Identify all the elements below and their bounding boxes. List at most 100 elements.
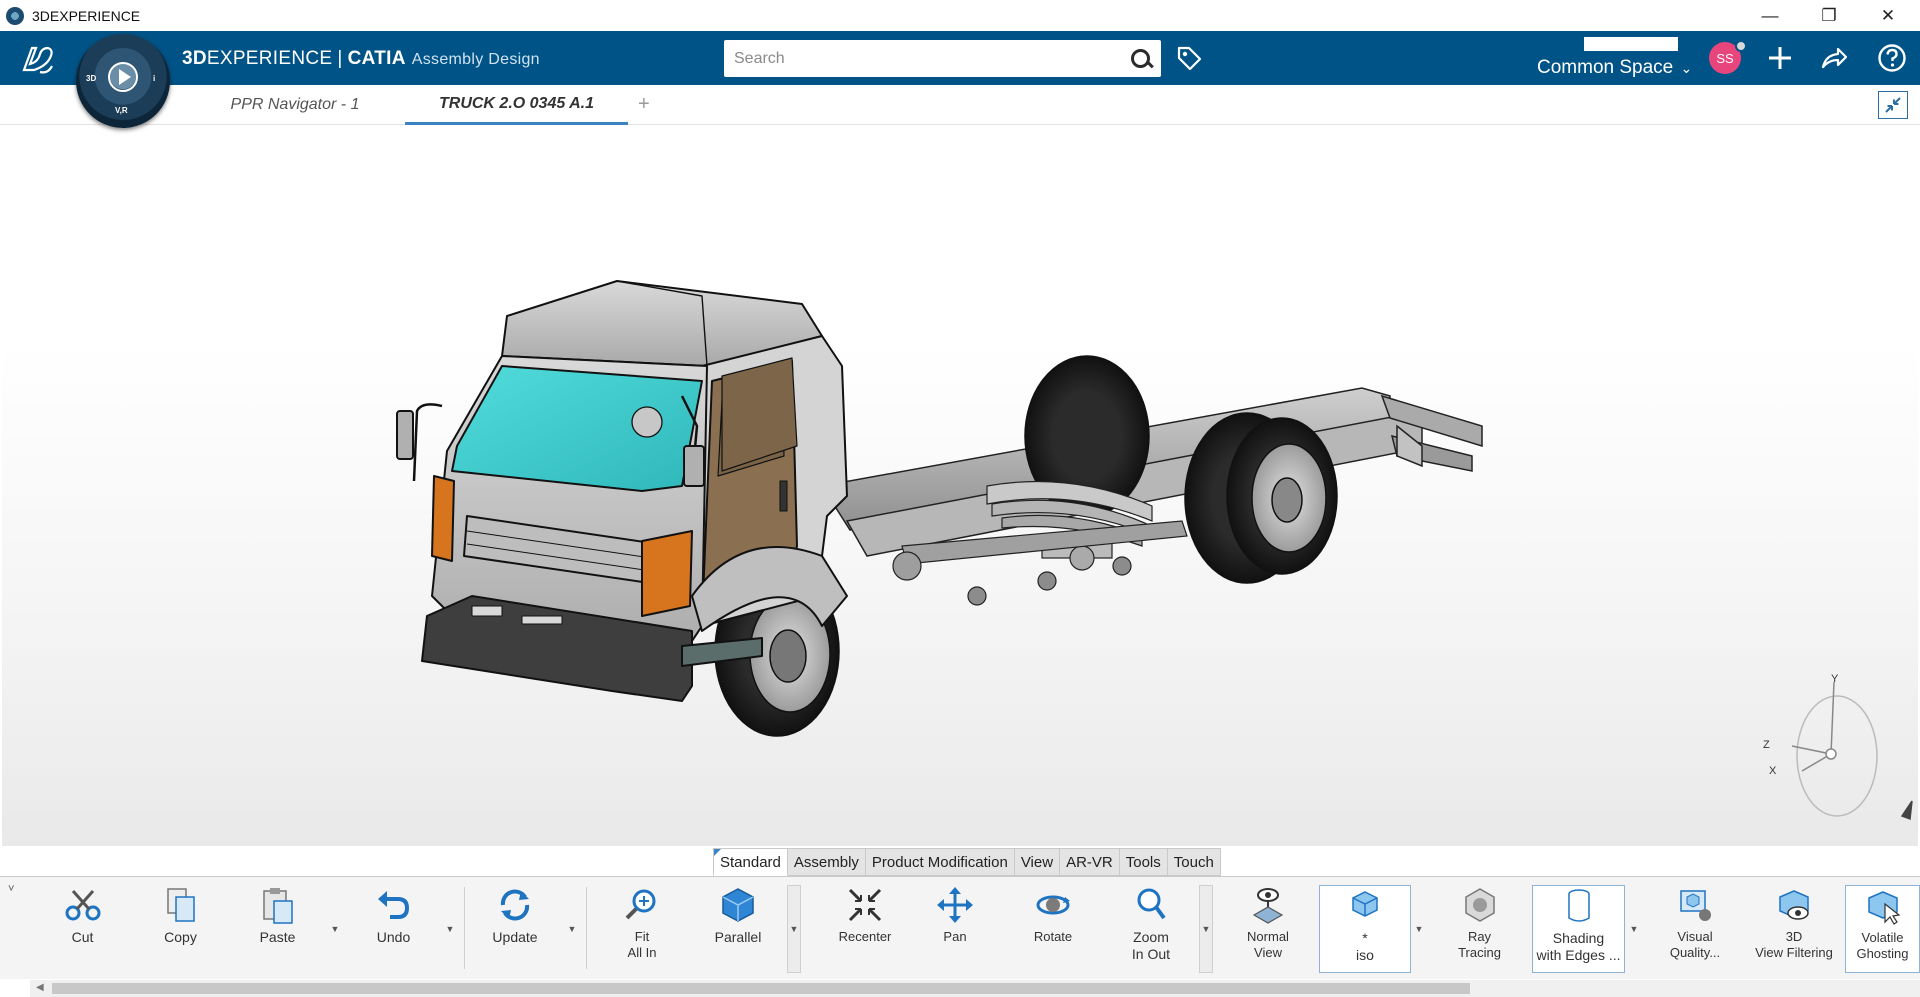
projection-dropdown-icon[interactable]: ▼ — [787, 885, 801, 973]
axis-y-label: Y — [1831, 673, 1839, 685]
scroll-left-icon[interactable]: ◀ — [36, 982, 44, 993]
tab-truck[interactable]: TRUCK 2.O 0345 A.1 — [405, 85, 628, 125]
section-tab-view[interactable]: View — [1013, 848, 1061, 876]
viewport-resize-icon[interactable] — [1900, 800, 1913, 821]
axis-triad: Y Z X — [1763, 673, 1913, 821]
visual-quality-label-1: Visual — [1677, 929, 1713, 944]
shading-label-1: Shading — [1552, 930, 1605, 946]
zoom-icon — [1131, 885, 1171, 925]
ray-tracing-icon — [1460, 885, 1500, 925]
iso-label-1: * — [1362, 930, 1368, 946]
fit-all-in-button[interactable]: Fit All In — [617, 885, 667, 973]
ribbon-scrollbar[interactable]: ◀ — [30, 980, 1920, 997]
collaborative-space-selector[interactable]: Common Space ⌄ — [1537, 57, 1692, 79]
recenter-button[interactable]: Recenter — [830, 885, 900, 973]
undo-button[interactable]: Undo — [366, 885, 421, 973]
axis-z-label: Z — [1763, 739, 1770, 751]
zoom-in-out-button[interactable]: Zoom In Out — [1125, 885, 1177, 973]
play-icon[interactable] — [108, 62, 138, 92]
search-box[interactable] — [724, 40, 1161, 77]
normal-view-icon — [1248, 885, 1288, 925]
iso-view-button[interactable]: * iso — [1319, 885, 1411, 973]
update-button[interactable]: Update — [485, 885, 545, 973]
search-icon[interactable] — [1121, 40, 1161, 77]
update-label: Update — [492, 929, 538, 945]
help-button[interactable] — [1874, 40, 1910, 76]
dassault-logo[interactable] — [18, 40, 58, 87]
parallel-button[interactable]: Parallel — [708, 885, 768, 973]
window-title: 3DEXPERIENCE — [32, 7, 141, 24]
3d-view-filtering-button[interactable]: 3D View Filtering — [1750, 885, 1838, 973]
add-tab-button[interactable]: + — [638, 93, 650, 116]
section-tab-tools[interactable]: Tools — [1118, 848, 1168, 876]
add-button[interactable] — [1762, 40, 1798, 76]
ds-logo-icon — [22, 46, 53, 74]
fit-label-2: All In — [627, 945, 657, 960]
action-bar-section-tabs: Standard Assembly Product Modification V… — [713, 848, 1221, 876]
normal-view-label-1: Normal — [1247, 929, 1289, 944]
tag-icon[interactable] — [1175, 44, 1203, 72]
normal-view-button[interactable]: Normal View — [1242, 885, 1294, 973]
ray-tracing-label-1: Ray — [1467, 929, 1492, 944]
compass-3d-label: 3D — [86, 74, 97, 83]
compass-widget[interactable]: 3D i V,R — [76, 34, 170, 128]
redacted-username — [1584, 37, 1678, 51]
paste-button[interactable]: Paste — [250, 885, 305, 973]
chevron-down-icon[interactable]: ˅ — [8, 883, 14, 895]
scissors-icon — [63, 885, 103, 925]
view-dropdown-icon[interactable]: ▼ — [1412, 885, 1426, 973]
document-tabbar: PPR Navigator - 1 TRUCK 2.O 0345 A.1 + — [0, 85, 1920, 125]
shading-dropdown-icon[interactable]: ▼ — [1627, 885, 1641, 973]
paste-dropdown-icon[interactable]: ▼ — [328, 885, 342, 973]
section-tab-touch[interactable]: Touch — [1166, 848, 1221, 876]
zoom-label-2: In Out — [1131, 946, 1171, 962]
tab-ppr-navigator[interactable]: PPR Navigator - 1 — [205, 85, 385, 125]
share-button[interactable] — [1816, 40, 1852, 76]
section-tab-assembly[interactable]: Assembly — [786, 848, 866, 876]
update-dropdown-icon[interactable]: ▼ — [565, 885, 579, 973]
pan-label: Pan — [943, 929, 967, 944]
search-input[interactable] — [724, 40, 1121, 77]
close-button[interactable]: ✕ — [1862, 0, 1914, 31]
fit-label-1: Fit — [634, 929, 650, 944]
app-icon — [6, 6, 24, 25]
volatile-ghosting-button[interactable]: Volatile Ghosting — [1845, 885, 1920, 973]
shading-label-2: with Edges ... — [1536, 947, 1621, 963]
view-filtering-icon — [1774, 885, 1814, 925]
section-tab-standard[interactable]: Standard — [713, 848, 788, 876]
section-tab-ar-vr[interactable]: AR-VR — [1059, 848, 1120, 876]
3d-viewport[interactable]: Y Z X — [2, 126, 1918, 846]
restore-button[interactable]: ❐ — [1803, 0, 1855, 31]
zoom-label-1: Zoom — [1133, 929, 1169, 945]
ray-tracing-label-2: Tracing — [1458, 945, 1501, 960]
section-tab-product-modification[interactable]: Product Modification — [864, 848, 1015, 876]
minimize-button[interactable]: — — [1744, 0, 1796, 31]
pan-button[interactable]: Pan — [930, 885, 980, 973]
truck-3d-model[interactable]: Y Z X — [2, 126, 1918, 846]
cut-button[interactable]: Cut — [55, 885, 110, 973]
ray-tracing-button[interactable]: Ray Tracing — [1452, 885, 1507, 973]
shading-with-edges-button[interactable]: Shading with Edges ... — [1532, 885, 1625, 973]
minimize-view-button[interactable] — [1878, 91, 1908, 119]
rotate-button[interactable]: Rotate — [1028, 885, 1078, 973]
compass-vr-label: V,R — [115, 106, 128, 115]
volatile-label-2: Ghosting — [1856, 946, 1909, 961]
update-icon — [495, 885, 535, 925]
undo-icon — [374, 885, 414, 925]
volatile-label-1: Volatile — [1861, 930, 1904, 945]
copy-label: Copy — [164, 929, 197, 945]
share-icon — [1821, 47, 1848, 69]
visual-quality-button[interactable]: Visual Quality... — [1665, 885, 1725, 973]
paste-icon — [258, 885, 298, 925]
window-titlebar: 3DEXPERIENCE — [0, 0, 1920, 31]
collapse-icon — [1885, 97, 1901, 113]
zoom-dropdown-icon[interactable]: ▼ — [1199, 885, 1213, 973]
scrollbar-thumb[interactable] — [52, 983, 1470, 994]
undo-dropdown-icon[interactable]: ▼ — [443, 885, 457, 973]
normal-view-label-2: View — [1254, 945, 1282, 960]
plus-icon — [1769, 47, 1791, 69]
status-badge — [1735, 40, 1747, 52]
fit-all-in-icon — [622, 885, 662, 925]
axis-x-label: X — [1769, 765, 1777, 777]
copy-button[interactable]: Copy — [153, 885, 208, 973]
